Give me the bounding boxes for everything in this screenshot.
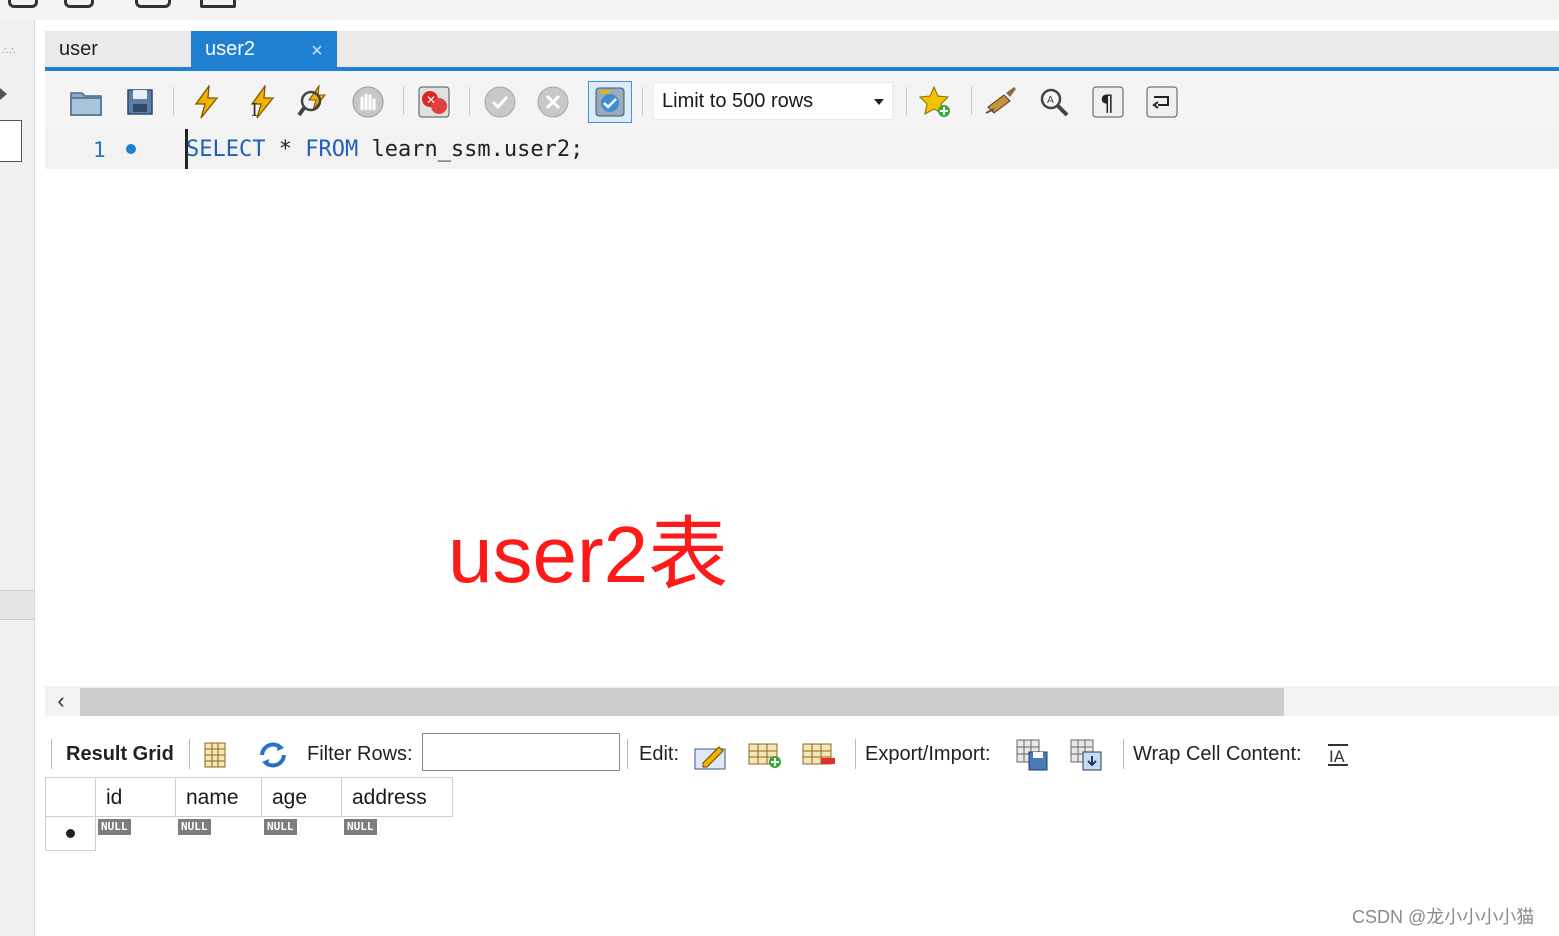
toolbar-separator [403, 87, 404, 115]
toolbar-separator [469, 87, 470, 115]
grid-columns-icon[interactable] [197, 737, 233, 773]
import-icon[interactable] [1069, 737, 1105, 773]
result-toolbar: Result Grid Filter Rows: Edit: Export/Im… [45, 733, 1559, 777]
navigator-field[interactable] [0, 120, 22, 162]
sql-keyword: SELECT [186, 137, 266, 162]
column-header[interactable]: name [176, 777, 262, 817]
toolbar-separator [173, 87, 174, 115]
find-icon[interactable]: A [1037, 85, 1071, 119]
null-badge[interactable]: NULL [264, 819, 297, 835]
column-header[interactable]: address [342, 777, 453, 817]
svg-text:✕: ✕ [426, 93, 436, 107]
filter-rows-label: Filter Rows: [307, 743, 413, 765]
grid-corner[interactable] [45, 777, 96, 817]
editor-toolbar: I ✕ Limit to 500 rows A ¶ [45, 71, 1559, 129]
result-grid[interactable]: id name age address NULL NULL NULL NULL [45, 777, 455, 857]
wrap-icon[interactable] [1145, 85, 1179, 119]
toolbar-separator [189, 739, 190, 769]
statement-marker-icon [126, 144, 136, 154]
toolbar-separator [642, 87, 643, 115]
invisible-chars-icon[interactable]: ¶ [1091, 85, 1125, 119]
tab-label: user2 [205, 38, 256, 60]
toolbar-icon-partial[interactable] [64, 0, 94, 8]
wrap-cell-label: Wrap Cell Content: [1133, 743, 1302, 765]
svg-text:¶: ¶ [1100, 92, 1114, 117]
delete-row-icon[interactable] [801, 737, 837, 773]
chevron-down-icon [874, 99, 884, 105]
null-badge[interactable]: NULL [178, 819, 211, 835]
new-row-header[interactable] [45, 817, 96, 851]
close-tab-icon[interactable]: × [307, 41, 327, 61]
toolbar-separator [855, 739, 856, 769]
toolbar-icon-partial[interactable] [8, 0, 38, 8]
null-badge[interactable]: NULL [344, 819, 377, 835]
editor-line[interactable]: 1 SELECT * FROM learn_ssm.user2; [45, 129, 1559, 169]
toolbar-separator [51, 739, 52, 769]
sql-token: * [265, 137, 306, 162]
panel-grip[interactable]: ∴∴ [2, 46, 17, 57]
svg-text:A: A [1047, 95, 1054, 106]
line-number: 1 [93, 138, 106, 162]
toolbar-separator [971, 87, 972, 115]
scrollbar-thumb[interactable] [80, 688, 1284, 716]
toolbar-icon-partial[interactable] [200, 0, 236, 8]
svg-text:I: I [251, 100, 258, 119]
sql-code[interactable]: SELECT * FROM learn_ssm.user2; [186, 137, 583, 162]
column-header[interactable]: id [96, 777, 176, 817]
expand-arrow-icon[interactable] [0, 88, 7, 100]
query-tab-bar: user user2 × [45, 31, 1559, 71]
explain-icon[interactable] [297, 85, 331, 119]
filter-rows-input[interactable] [422, 733, 620, 771]
export-import-label: Export/Import: [865, 743, 991, 765]
open-folder-icon[interactable] [69, 85, 103, 119]
navigator-panel: ∴∴ [0, 20, 35, 936]
beautify-icon[interactable] [984, 85, 1018, 119]
save-icon[interactable] [123, 85, 157, 119]
watermark: CSDN @龙小小小小猫 [1352, 907, 1535, 927]
toolbar-icon-partial[interactable] [135, 0, 171, 8]
navigator-divider [0, 590, 34, 620]
new-row-marker-icon [66, 829, 75, 838]
stop-icon[interactable] [351, 85, 385, 119]
add-row-icon[interactable] [747, 737, 783, 773]
null-badge[interactable]: NULL [98, 819, 131, 835]
sql-keyword: FROM [305, 137, 359, 162]
refresh-icon[interactable] [255, 737, 291, 773]
sql-editor[interactable]: 1 SELECT * FROM learn_ssm.user2; [45, 129, 1559, 686]
rollback-icon[interactable] [536, 85, 570, 119]
execute-icon[interactable] [189, 85, 223, 119]
commit-icon[interactable] [483, 85, 517, 119]
export-icon[interactable] [1015, 737, 1051, 773]
annotation-label: user2表 [448, 510, 729, 599]
wrap-cell-toggle-icon[interactable]: IA [1320, 737, 1356, 773]
sql-token: learn_ssm.user2; [358, 137, 584, 162]
column-header[interactable]: age [262, 777, 342, 817]
stop-on-error-icon[interactable]: ✕ [417, 85, 451, 119]
toolbar-separator [906, 87, 907, 115]
limit-rows-select[interactable]: Limit to 500 rows [653, 82, 893, 120]
toolbar-separator [627, 739, 628, 769]
edit-label: Edit: [639, 743, 680, 765]
tab-user[interactable]: user [45, 31, 191, 68]
execute-current-icon[interactable]: I [243, 85, 277, 119]
result-grid-tab[interactable]: Result Grid [66, 743, 174, 766]
bookmark-icon[interactable] [919, 85, 953, 119]
scroll-left-icon[interactable]: ‹ [51, 689, 71, 713]
autocommit-icon[interactable] [588, 81, 632, 123]
tab-label: user [59, 38, 98, 60]
toolbar-separator [1123, 739, 1124, 769]
editor-horizontal-scrollbar[interactable]: ‹ [45, 686, 1559, 716]
top-toolbar-strip [0, 0, 1559, 20]
limit-rows-label: Limit to 500 rows [662, 90, 814, 112]
svg-text:IA: IA [1329, 747, 1345, 766]
edit-cell-icon[interactable] [693, 737, 729, 773]
